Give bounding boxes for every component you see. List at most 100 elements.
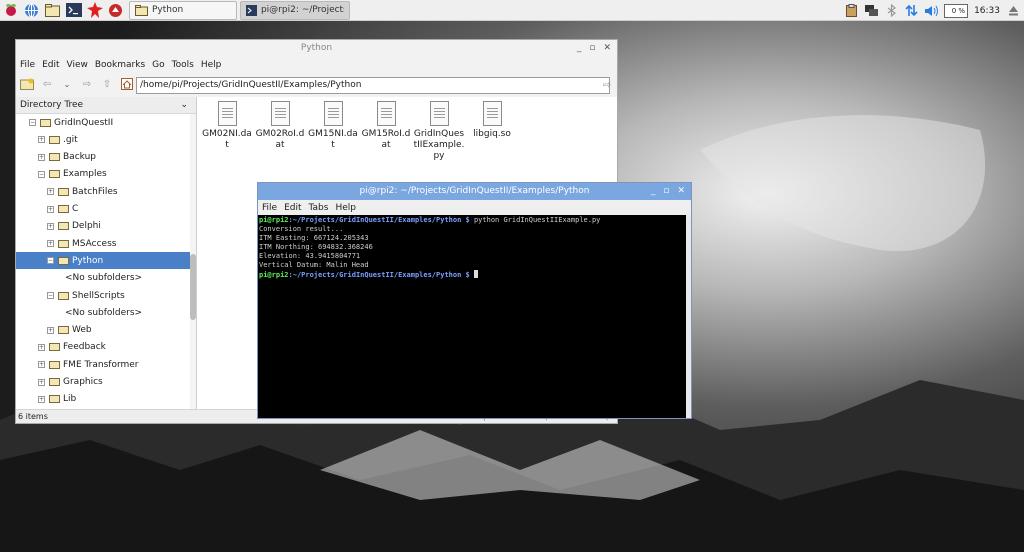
text-cursor — [473, 270, 478, 278]
cpu-usage-monitor[interactable]: 0 % — [944, 3, 969, 18]
file-name: GM15RoI.dat — [361, 129, 411, 150]
tree-item[interactable]: <No subfolders> — [16, 270, 190, 287]
math-kernel-icon[interactable] — [84, 0, 105, 21]
menu-tabs[interactable]: Tabs — [309, 203, 329, 213]
eject-icon[interactable] — [1006, 4, 1020, 18]
tree-item[interactable]: <No subfolders> — [16, 304, 190, 321]
tree-item[interactable]: + .git — [16, 131, 190, 148]
file-item[interactable]: libgiq.so — [466, 101, 518, 140]
tree-item[interactable]: − Examples — [16, 166, 190, 183]
tree-item[interactable]: + BatchFiles — [16, 183, 190, 200]
folder-icon — [58, 222, 69, 231]
address-bar[interactable]: /home/pi/Projects/GridInQuestII/Examples… — [136, 77, 610, 94]
folder-icon — [58, 291, 69, 300]
minimize-icon[interactable]: _ — [651, 183, 656, 200]
up-icon[interactable]: ⇧ — [100, 77, 114, 91]
tree-item[interactable]: + MSAccess — [16, 235, 190, 252]
back-icon[interactable]: ⇦ — [40, 77, 54, 91]
clipboard-icon[interactable] — [844, 4, 858, 18]
terminal-icon[interactable] — [63, 0, 84, 21]
sidebar-mode-selector[interactable]: Directory Tree ⌄ — [16, 97, 196, 114]
file-icon — [270, 101, 290, 126]
home-icon[interactable] — [120, 77, 134, 91]
expand-icon[interactable]: + — [47, 222, 54, 230]
menu-tools[interactable]: Tools — [172, 60, 194, 70]
menu-help[interactable]: Help — [335, 203, 356, 213]
file-manager-titlebar[interactable]: Python _ ▫ ✕ — [16, 40, 617, 57]
file-item[interactable]: GM15NI.dat — [307, 101, 359, 151]
menu-bookmarks[interactable]: Bookmarks — [95, 60, 145, 70]
tree-item-label: .git — [63, 134, 78, 145]
expand-icon[interactable]: + — [38, 361, 45, 369]
folder-icon — [49, 360, 60, 369]
new-tab-icon[interactable] — [20, 77, 34, 91]
menu-view[interactable]: View — [67, 60, 88, 70]
menu-go[interactable]: Go — [152, 60, 164, 70]
file-manager-icon[interactable] — [42, 0, 63, 21]
terminal-titlebar[interactable]: pi@rpi2: ~/Projects/GridInQuestII/Exampl… — [258, 183, 691, 200]
forward-icon[interactable]: ⇨ — [80, 77, 94, 91]
tree-item[interactable]: + FME Transformer — [16, 356, 190, 373]
menu-help[interactable]: Help — [201, 60, 222, 70]
tree-item[interactable]: + Graphics — [16, 374, 190, 391]
task-file-manager[interactable]: Python — [129, 0, 237, 20]
collapse-icon[interactable]: − — [47, 292, 54, 299]
tree-item-label: C — [72, 204, 79, 214]
volume-icon[interactable] — [924, 4, 939, 18]
file-item[interactable]: GM02RoI.dat — [254, 101, 306, 151]
expand-icon[interactable]: + — [38, 343, 45, 351]
system-tray: 0 % 16:33 — [844, 0, 1024, 21]
tree-item[interactable]: − Python — [16, 252, 190, 270]
tree-scrollbar[interactable] — [190, 114, 196, 410]
web-browser-icon[interactable] — [21, 0, 42, 21]
window-title: pi@rpi2: ~/Projects/GridInQuestII/Exampl… — [359, 186, 590, 196]
menu-edit[interactable]: Edit — [284, 203, 301, 213]
tree-item[interactable]: + Feedback — [16, 339, 190, 356]
maximize-icon[interactable]: ▫ — [663, 183, 669, 200]
minimize-icon[interactable]: _ — [577, 40, 582, 57]
menu-file[interactable]: File — [262, 203, 277, 213]
tree-item[interactable]: − GridInQuestII — [16, 114, 190, 131]
collapse-icon[interactable]: − — [29, 119, 36, 126]
menu-file[interactable]: File — [20, 60, 35, 70]
tree-item[interactable]: + Web — [16, 322, 190, 339]
bluetooth-icon[interactable] — [884, 4, 898, 18]
file-item[interactable]: GM02NI.dat — [201, 101, 253, 151]
tree-item-label: Backup — [63, 152, 96, 163]
raspberry-menu-icon[interactable] — [0, 0, 21, 21]
collapse-icon[interactable]: − — [47, 257, 54, 265]
close-icon[interactable]: ✕ — [603, 40, 611, 57]
scrollbar-thumb[interactable] — [190, 254, 196, 320]
close-icon[interactable]: ✕ — [677, 183, 685, 200]
expand-icon[interactable]: + — [47, 188, 54, 196]
file-item[interactable]: GridInQuestIIExample.py — [413, 101, 465, 162]
tree-item[interactable]: + Lib — [16, 391, 190, 408]
menu-edit[interactable]: Edit — [42, 60, 59, 70]
tree-item[interactable]: + C — [16, 201, 190, 218]
collapse-icon[interactable]: − — [38, 170, 45, 178]
tree-item[interactable]: + Backup — [16, 149, 190, 166]
tree-item[interactable]: + Delphi — [16, 218, 190, 235]
file-item[interactable]: GM15RoI.dat — [360, 101, 412, 151]
expand-icon[interactable]: + — [38, 378, 45, 386]
tree-item-label: Graphics — [63, 377, 103, 387]
wolfram-icon[interactable] — [105, 0, 126, 21]
expand-icon[interactable]: + — [47, 205, 54, 213]
file-icon — [217, 101, 237, 126]
terminal-scrollbar[interactable] — [686, 215, 691, 418]
expand-icon[interactable]: + — [38, 136, 45, 144]
transfer-arrows-icon[interactable] — [904, 4, 918, 18]
expand-icon[interactable]: + — [38, 395, 45, 403]
history-dropdown-icon[interactable]: ⌄ — [60, 77, 74, 91]
maximize-icon[interactable]: ▫ — [589, 40, 595, 57]
expand-icon[interactable]: + — [38, 153, 45, 161]
task-terminal[interactable]: pi@rpi2: ~/Projects/... — [240, 0, 350, 20]
go-icon[interactable]: ⇨ — [600, 78, 614, 92]
terminal-screen[interactable]: pi@rpi2:~/Projects/GridInQuestII/Example… — [258, 215, 688, 418]
expand-icon[interactable]: + — [47, 240, 54, 248]
file-name: libgiq.so — [473, 129, 511, 139]
tree-item[interactable]: − ShellScripts — [16, 287, 190, 304]
clock[interactable]: 16:33 — [974, 6, 1000, 16]
network-icon[interactable] — [864, 4, 878, 18]
expand-icon[interactable]: + — [47, 326, 54, 334]
